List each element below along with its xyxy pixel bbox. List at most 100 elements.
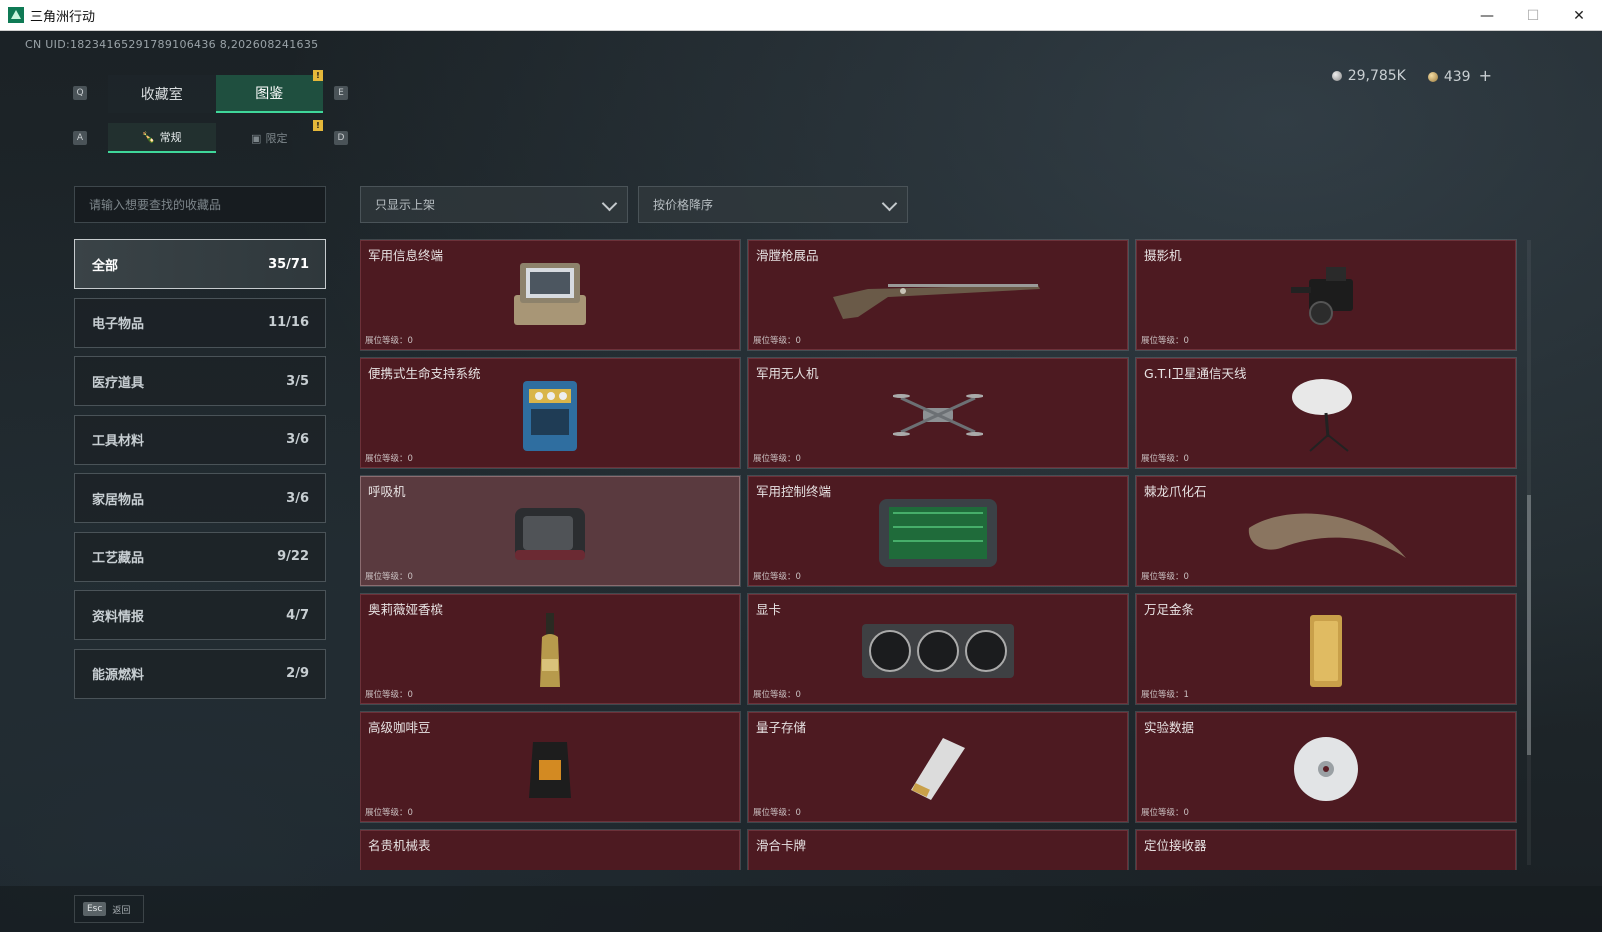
- item-card[interactable]: 实验数据 展位等级：0: [1135, 711, 1517, 823]
- bottle-icon: 🍾: [141, 130, 156, 144]
- item-level: 展位等级：0: [1141, 336, 1189, 346]
- tab-codex[interactable]: 图鉴: [215, 75, 323, 113]
- silver-amount: 29,785K: [1347, 67, 1406, 84]
- tab-collection-room[interactable]: 收藏室: [108, 75, 216, 113]
- item-card[interactable]: 滑合卡牌: [747, 829, 1129, 870]
- category-count: 2/9: [286, 666, 309, 681]
- category-count: 9/22: [277, 549, 309, 564]
- category-medical[interactable]: 医疗道具 3/5: [74, 356, 326, 406]
- window-controls: — ☐ ✕: [1464, 0, 1602, 31]
- subtab-regular-label: 常规: [159, 131, 182, 144]
- item-card[interactable]: 定位接收器: [1135, 829, 1517, 870]
- item-card[interactable]: 显卡 展位等级：0: [747, 593, 1129, 705]
- item-name: 定位接收器: [1144, 838, 1207, 853]
- bottom-bar: Esc 返回: [0, 886, 1602, 932]
- window-title: 三角洲行动: [30, 9, 96, 25]
- minimize-button[interactable]: —: [1464, 0, 1510, 31]
- item-name: 滑膛枪展品: [756, 248, 819, 263]
- scrollbar-thumb[interactable]: [1527, 495, 1531, 755]
- control-terminal-icon: [879, 499, 997, 568]
- item-card[interactable]: G.T.I卫星通信天线 展位等级：0: [1135, 357, 1517, 469]
- item-card[interactable]: 摄影机 展位等级：0: [1135, 239, 1517, 351]
- category-all[interactable]: 全部 35/71: [74, 239, 326, 289]
- sort-dropdown[interactable]: 按价格降序: [638, 186, 908, 223]
- item-level: 展位等级：0: [365, 690, 413, 700]
- category-label: 医疗道具: [92, 375, 145, 391]
- coffee-bag-icon: [529, 742, 571, 799]
- category-label: 全部: [92, 258, 119, 274]
- item-level: 展位等级：0: [1141, 454, 1189, 464]
- subtab-limited[interactable]: ▣ 限定: [216, 123, 324, 153]
- category-crafts[interactable]: 工艺藏品 9/22: [74, 531, 326, 582]
- search-input[interactable]: [89, 197, 325, 212]
- item-name: 量子存储: [756, 720, 807, 735]
- category-count: 35/71: [268, 256, 309, 272]
- item-level: 展位等级：0: [753, 454, 801, 464]
- category-label: 能源燃料: [92, 668, 145, 683]
- item-name: 显卡: [756, 602, 782, 617]
- category-household[interactable]: 家居物品 3/6: [74, 473, 326, 523]
- key-hint-a: A: [73, 131, 87, 145]
- item-name: 高级咖啡豆: [368, 720, 431, 735]
- close-button[interactable]: ✕: [1556, 0, 1602, 31]
- category-label: 电子物品: [92, 317, 145, 332]
- esc-key-hint: Esc: [83, 902, 107, 916]
- category-count: 11/16: [268, 315, 309, 330]
- category-intel[interactable]: 资料情报 4/7: [74, 590, 326, 640]
- category-tools[interactable]: 工具材料 3/6: [74, 414, 326, 465]
- app-logo-icon: [8, 7, 24, 23]
- search-box[interactable]: [74, 186, 326, 223]
- subtab-regular[interactable]: 🍾 常规: [108, 123, 216, 153]
- life-support-icon: [523, 381, 577, 452]
- item-card[interactable]: 奥莉薇娅香槟 展位等级：0: [360, 593, 741, 705]
- item-name: 军用控制终端: [756, 484, 832, 499]
- item-level: 展位等级：0: [365, 808, 413, 818]
- maximize-button[interactable]: ☐: [1510, 0, 1556, 31]
- game-viewport: CN UID:18234165291789106436 8,2026082416…: [0, 31, 1602, 932]
- item-name: 军用信息终端: [368, 248, 444, 263]
- item-name: 棘龙爪化石: [1144, 484, 1207, 499]
- category-energy[interactable]: 能源燃料 2/9: [74, 648, 326, 699]
- item-grid: 军用信息终端 展位等级：0 滑膛枪展品 展位等级：0 摄影机 展位等级：0 便携…: [360, 236, 1525, 870]
- item-card[interactable]: 万足金条 展位等级：1: [1135, 593, 1517, 705]
- category-label: 工具材料: [92, 434, 145, 449]
- item-card[interactable]: 军用控制终端 展位等级：0: [747, 475, 1129, 587]
- champagne-icon: [540, 613, 560, 688]
- drone-icon: [893, 394, 983, 437]
- key-hint-q: Q: [73, 86, 87, 100]
- item-level: 展位等级：0: [365, 572, 413, 582]
- item-card[interactable]: 滑膛枪展品 展位等级：0: [747, 239, 1129, 351]
- quantum-storage-icon: [911, 738, 965, 801]
- back-button[interactable]: Esc 返回: [74, 895, 144, 923]
- grid-scrollbar[interactable]: [1527, 240, 1531, 865]
- chevron-down-icon: [601, 195, 618, 212]
- gold-currency: 439 +: [1427, 66, 1492, 85]
- item-card[interactable]: 军用无人机 展位等级：0: [747, 357, 1129, 469]
- item-card[interactable]: 棘龙爪化石 展位等级：0: [1135, 475, 1517, 587]
- silver-currency: 29,785K: [1331, 67, 1406, 84]
- claw-fossil-icon: [1248, 513, 1406, 559]
- item-level: 展位等级：0: [753, 808, 801, 818]
- tab-notice-badge: !: [313, 70, 323, 81]
- item-level: 展位等级：0: [365, 454, 413, 464]
- item-card[interactable]: 便携式生命支持系统 展位等级：0: [360, 357, 741, 469]
- item-card[interactable]: 高级咖啡豆 展位等级：0: [360, 711, 741, 823]
- uid-label: CN UID:18234165291789106436 8,2026082416…: [25, 38, 319, 51]
- category-count: 3/6: [286, 432, 309, 447]
- category-count: 3/6: [286, 490, 309, 506]
- category-label: 家居物品: [92, 492, 145, 508]
- item-name: 呼吸机: [368, 484, 406, 499]
- item-level: 展位等级：0: [1141, 808, 1189, 818]
- category-count: 3/5: [286, 373, 309, 389]
- item-card[interactable]: 军用信息终端 展位等级：0: [360, 239, 741, 351]
- item-card[interactable]: 名贵机械表: [360, 829, 741, 870]
- camera-icon: [1291, 267, 1353, 326]
- item-card[interactable]: 量子存储 展位等级：0: [747, 711, 1129, 823]
- category-electronics[interactable]: 电子物品 11/16: [74, 297, 326, 348]
- add-currency-button[interactable]: +: [1479, 66, 1492, 85]
- key-hint-d: D: [334, 131, 348, 145]
- gold-amount: 439: [1443, 69, 1471, 85]
- item-card[interactable]: 呼吸机 展位等级：0: [360, 475, 741, 587]
- satellite-dish-icon: [1292, 379, 1352, 452]
- shelf-filter-dropdown[interactable]: 只显示上架: [360, 186, 628, 223]
